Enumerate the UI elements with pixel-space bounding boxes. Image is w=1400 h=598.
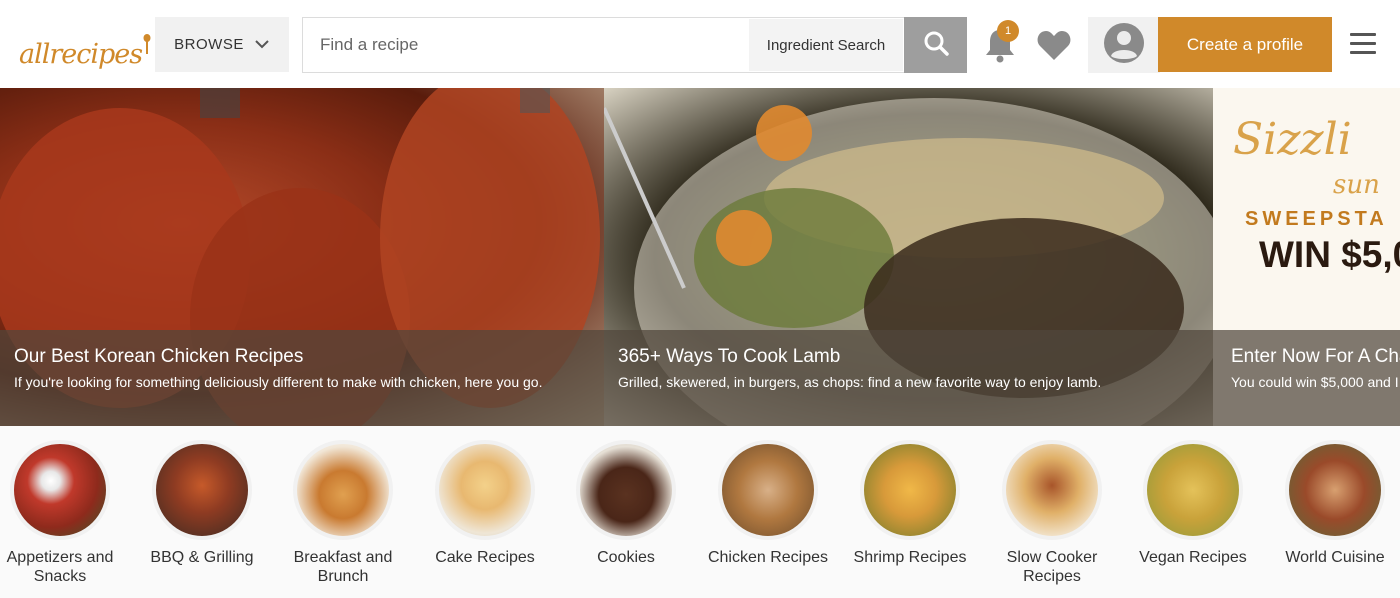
- bell-icon: [982, 30, 1018, 70]
- slide-title: 365+ Ways To Cook Lamb: [618, 346, 841, 367]
- browse-label: BROWSE: [174, 36, 244, 53]
- category-shrimp[interactable]: Shrimp Recipes: [840, 440, 980, 567]
- category-world-cuisine[interactable]: World Cuisine: [1265, 440, 1400, 567]
- category-label: Cookies: [597, 549, 655, 566]
- search-bar: Ingredient Search: [302, 17, 967, 73]
- category-image: [718, 440, 818, 540]
- sweepstakes-subheadline: sun: [1333, 170, 1380, 200]
- heart-icon: [1036, 31, 1072, 66]
- notifications-button[interactable]: 1: [982, 20, 1019, 66]
- category-image: [1143, 440, 1243, 540]
- category-vegan[interactable]: Vegan Recipes: [1123, 440, 1263, 567]
- category-breakfast[interactable]: Breakfast and Brunch: [273, 440, 413, 586]
- sweepstakes-headline: Sizzli: [1233, 114, 1352, 165]
- create-profile-button[interactable]: Create a profile: [1158, 17, 1332, 72]
- category-image: [293, 440, 393, 540]
- notification-badge: 1: [997, 20, 1019, 42]
- ingredient-search-button[interactable]: Ingredient Search: [749, 19, 903, 71]
- category-image: [860, 440, 960, 540]
- category-image: [152, 440, 252, 540]
- search-input[interactable]: [304, 19, 744, 71]
- category-image: [1285, 440, 1385, 540]
- category-label: Shrimp Recipes: [853, 549, 967, 566]
- hero-carousel: Our Best Korean Chicken Recipes If you'r…: [0, 88, 1400, 426]
- category-label: Appetizers and Snacks: [6, 549, 114, 585]
- slide-subtitle: Grilled, skewered, in burgers, as chops:…: [618, 374, 1102, 390]
- category-appetizers[interactable]: Appetizers and Snacks: [0, 440, 130, 586]
- category-image: [1002, 440, 1102, 540]
- category-label: Vegan Recipes: [1139, 549, 1247, 566]
- category-label: Chicken Recipes: [707, 549, 829, 566]
- browse-button[interactable]: BROWSE: [155, 17, 289, 72]
- category-label: Breakfast and Brunch: [293, 549, 393, 585]
- carousel-slide-korean-chicken[interactable]: Our Best Korean Chicken Recipes If you'r…: [0, 88, 604, 426]
- category-image: [435, 440, 535, 540]
- chevron-down-icon: [254, 36, 270, 54]
- category-image: [10, 440, 110, 540]
- category-image: [576, 440, 676, 540]
- allrecipes-logo[interactable]: allrecipes: [19, 26, 151, 70]
- slide-subtitle: If you're looking for something deliciou…: [14, 374, 543, 390]
- favorites-button[interactable]: [1036, 28, 1072, 62]
- site-header: allrecipes BROWSE Ingredient Search 1: [0, 0, 1400, 88]
- profile-button[interactable]: [1088, 17, 1160, 73]
- search-icon: [923, 30, 949, 61]
- slide-title: Our Best Korean Chicken Recipes: [14, 346, 304, 367]
- carousel-slide-lamb[interactable]: 365+ Ways To Cook Lamb Grilled, skewered…: [604, 88, 1213, 426]
- slide-title: Enter Now For A Cha: [1231, 346, 1400, 367]
- category-row: Appetizers and Snacks BBQ & Grilling Bre…: [0, 426, 1400, 598]
- category-label: BBQ & Grilling: [150, 549, 254, 566]
- category-bbq[interactable]: BBQ & Grilling: [132, 440, 272, 567]
- category-label: World Cuisine: [1285, 549, 1385, 566]
- hamburger-menu-icon: [1350, 33, 1376, 36]
- search-button[interactable]: [904, 17, 967, 73]
- slide-caption: Enter Now For A Cha You could win $5,000…: [1213, 330, 1400, 426]
- sweepstakes-prize: WIN $5,0: [1259, 234, 1400, 275]
- slide-caption: Our Best Korean Chicken Recipes If you'r…: [0, 330, 604, 426]
- category-label: Cake Recipes: [435, 549, 535, 566]
- slide-subtitle: You could win $5,000 and I: [1231, 374, 1399, 390]
- user-icon: [1103, 22, 1145, 69]
- slide-caption: 365+ Ways To Cook Lamb Grilled, skewered…: [604, 330, 1213, 426]
- category-label: Slow Cooker Recipes: [1006, 549, 1098, 585]
- category-cake[interactable]: Cake Recipes: [415, 440, 555, 567]
- logo-text: allrecipes: [19, 39, 143, 70]
- hamburger-menu-button[interactable]: [1350, 33, 1378, 59]
- category-cookies[interactable]: Cookies: [556, 440, 696, 567]
- category-slow-cooker[interactable]: Slow Cooker Recipes: [982, 440, 1122, 586]
- sweepstakes-label: SWEEPSTA: [1245, 208, 1388, 230]
- category-chicken[interactable]: Chicken Recipes: [698, 440, 838, 567]
- carousel-slide-sweepstakes[interactable]: Sizzli sun SWEEPSTA WIN $5,0 Enter Now F…: [1213, 88, 1400, 426]
- spoon-icon: [143, 34, 151, 54]
